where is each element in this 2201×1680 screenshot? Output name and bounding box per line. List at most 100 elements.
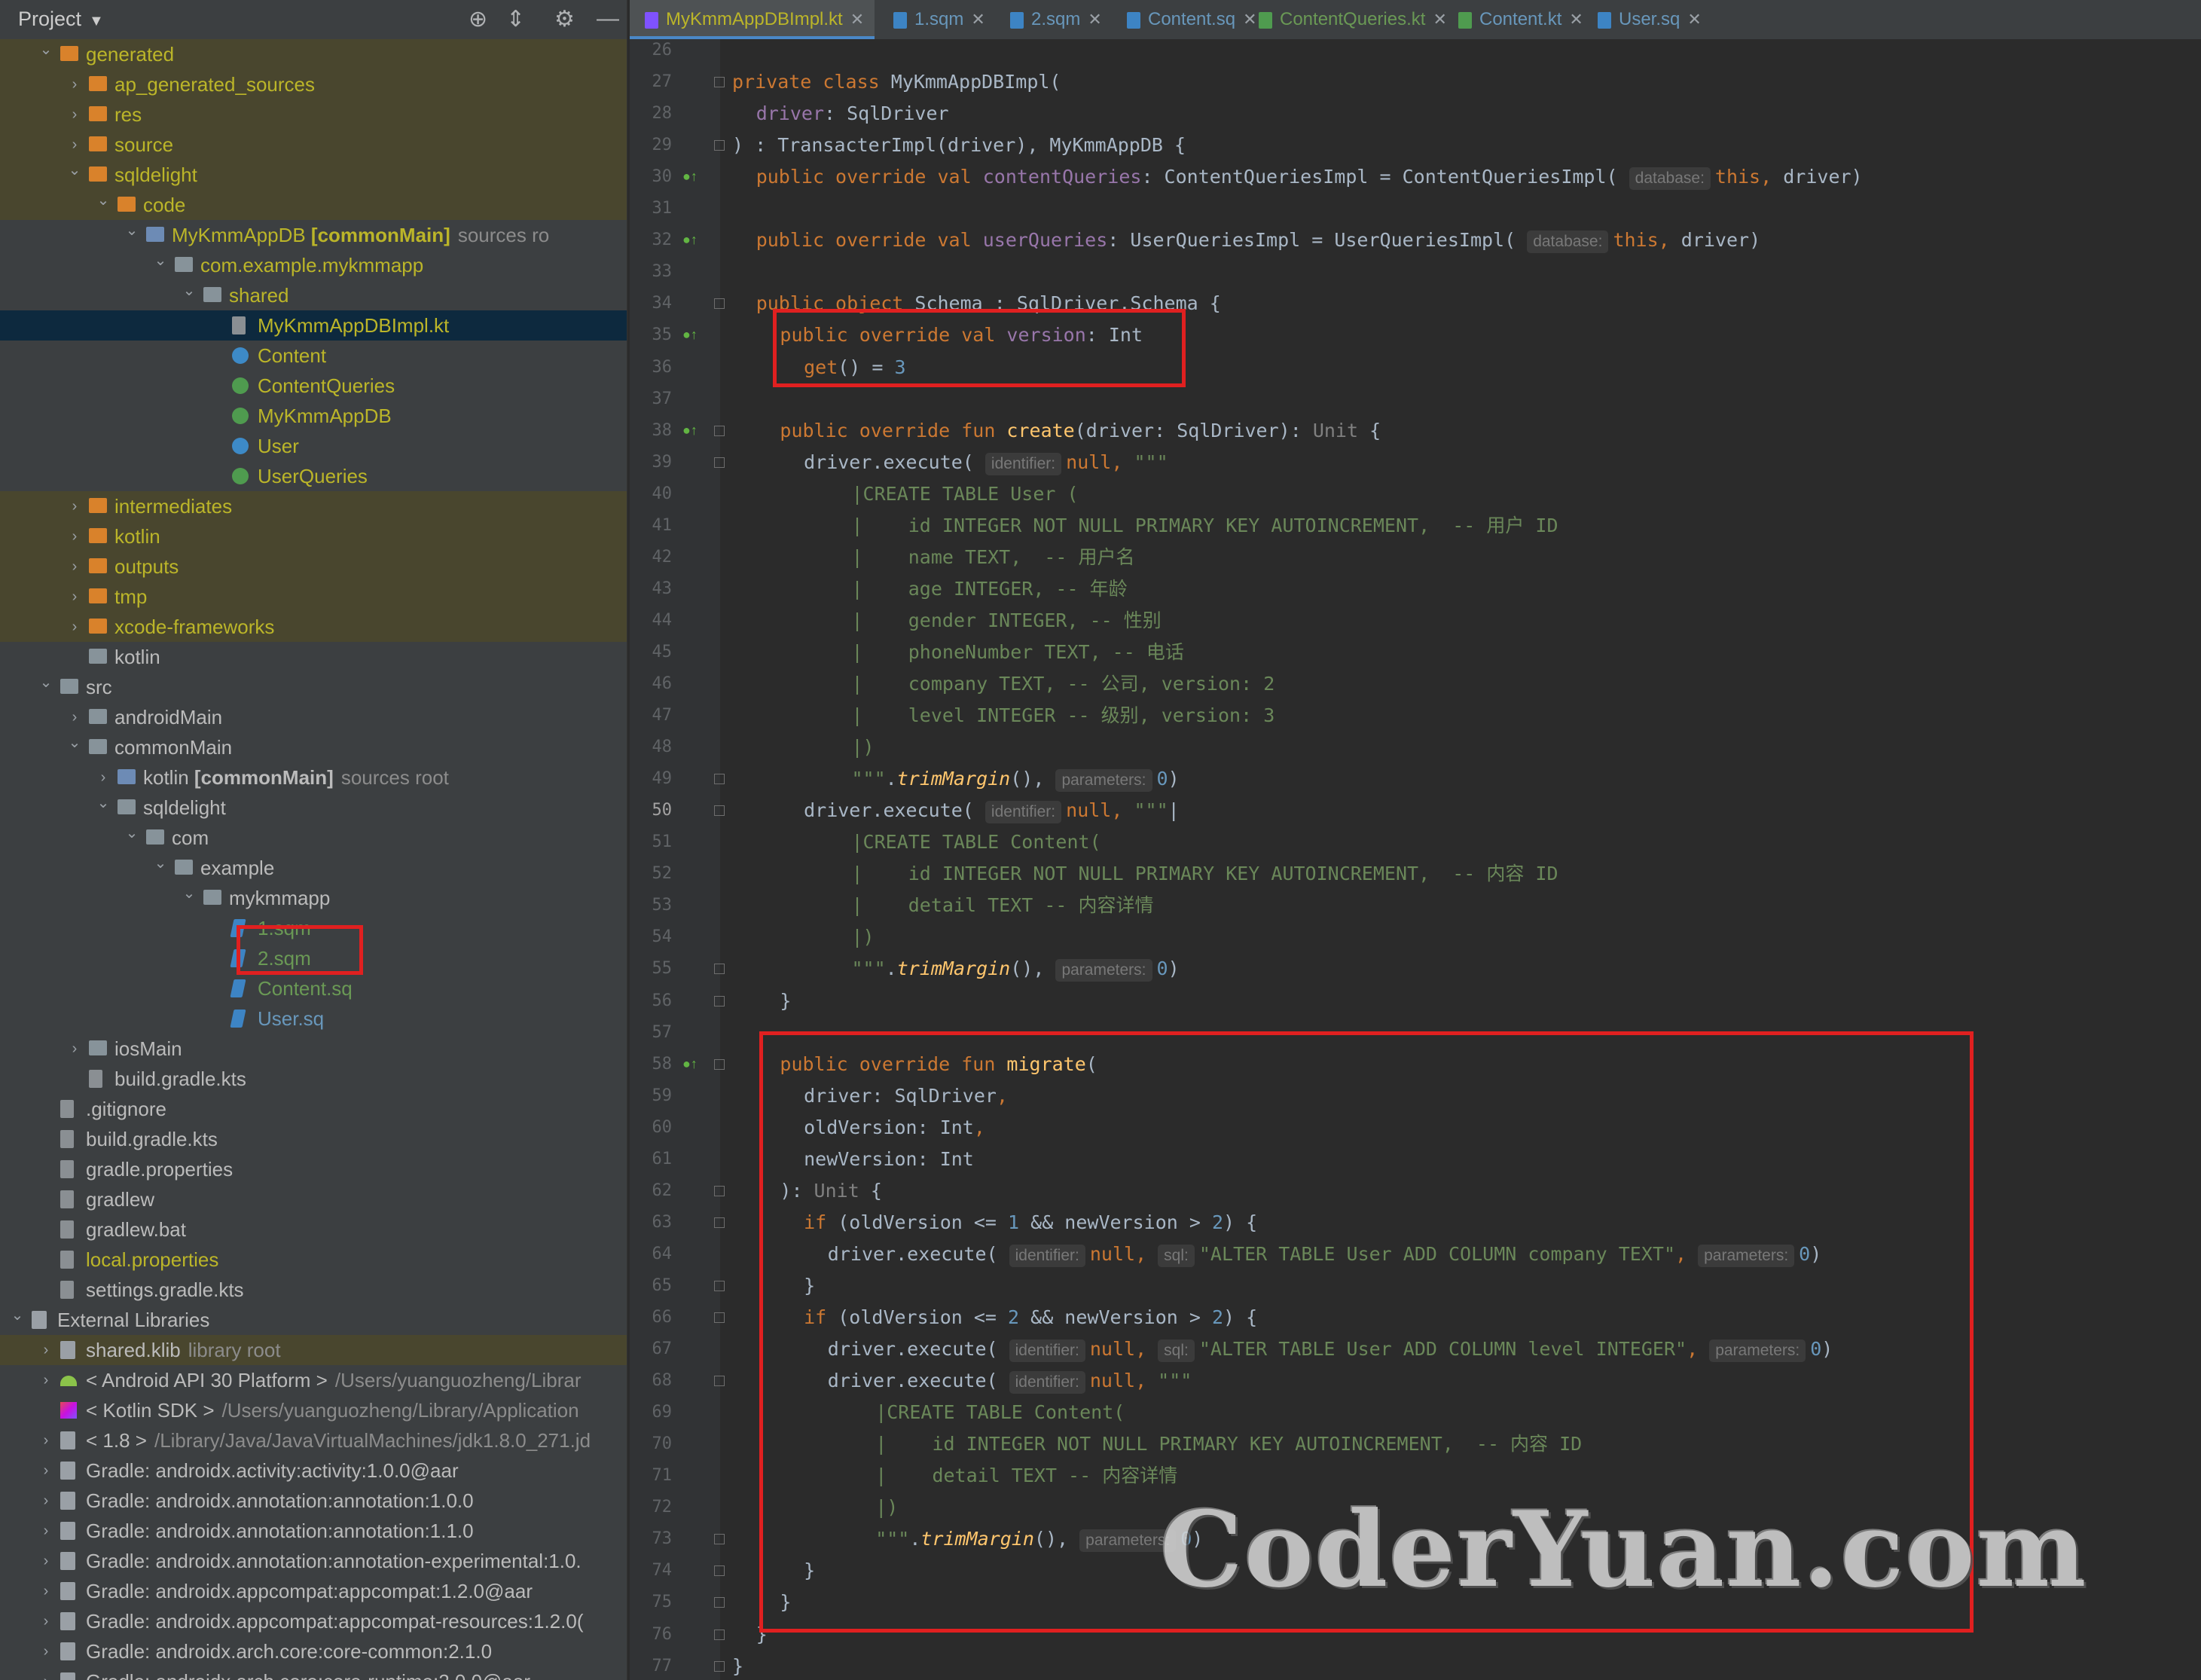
code-editor[interactable]: 26 27 28 29 30 ●↑ 31 32 ●↑ 33 34 35 ●↑ 36 37 38 ●↑ 39 40 41… <box>630 39 2201 1680</box>
tree-item[interactable]: › shared.klib library root <box>0 1335 627 1365</box>
tree-item[interactable]: ⌄ External Libraries <box>0 1305 627 1335</box>
fold-marker-icon[interactable] <box>714 964 725 975</box>
tree-item[interactable]: User <box>0 431 627 461</box>
crosshair-icon[interactable]: ⊕ <box>469 6 487 32</box>
tree-item[interactable]: .gitignore <box>0 1094 627 1124</box>
tree-item[interactable]: › Gradle: androidx.appcompat:appcompat-re… <box>0 1606 627 1636</box>
override-marker-icon[interactable]: ●↑ <box>682 423 698 438</box>
tree-item[interactable]: › source <box>0 130 627 160</box>
tree-item[interactable]: ⌄ com <box>0 823 627 853</box>
chevron-right-icon[interactable]: › <box>38 1335 54 1365</box>
override-marker-icon[interactable]: ●↑ <box>682 232 698 248</box>
tree-item[interactable]: ⌄ src <box>0 672 627 702</box>
close-icon[interactable]: ✕ <box>1569 10 1583 29</box>
fold-marker-icon[interactable] <box>714 1280 725 1291</box>
fold-marker-icon[interactable] <box>714 1534 725 1545</box>
fold-marker-icon[interactable] <box>714 425 725 436</box>
close-icon[interactable]: ✕ <box>850 10 864 29</box>
tab-content-kt[interactable]: Content.kt ✕ <box>1443 0 1594 39</box>
chevron-down-icon[interactable]: ⌄ <box>152 848 169 878</box>
fold-marker-icon[interactable] <box>714 1376 725 1387</box>
chevron-right-icon[interactable]: › <box>38 1666 54 1680</box>
fold-marker-icon[interactable] <box>714 457 725 468</box>
tree-item[interactable]: › androidMain <box>0 702 627 732</box>
tree-item[interactable]: ⌄ sqldelight <box>0 160 627 190</box>
chevron-down-icon[interactable]: ⌄ <box>9 1300 26 1330</box>
chevron-down-icon[interactable]: ⌄ <box>124 818 140 848</box>
tree-item[interactable]: ⌄ commonMain <box>0 732 627 762</box>
fold-marker-icon[interactable] <box>714 774 725 785</box>
tree-item[interactable]: › < Android API 30 Platform > /Users/yuang… <box>0 1365 627 1395</box>
tree-item[interactable]: ⌄ code <box>0 190 627 220</box>
chevron-right-icon[interactable]: › <box>66 1034 83 1064</box>
tree-item[interactable]: MyKmmAppDBImpl.kt <box>0 310 627 341</box>
fold-marker-icon[interactable] <box>714 1565 725 1577</box>
override-marker-icon[interactable]: ●↑ <box>682 169 698 185</box>
fold-marker-icon[interactable] <box>714 298 725 310</box>
tree-item[interactable]: gradle.properties <box>0 1154 627 1184</box>
tree-item[interactable]: build.gradle.kts <box>0 1064 627 1094</box>
chevron-down-icon[interactable]: ⌄ <box>181 878 197 909</box>
tab-1-sqm[interactable]: 1.sqm ✕ <box>878 0 996 39</box>
chevron-right-icon[interactable]: › <box>38 1576 54 1606</box>
chevron-down-icon[interactable]: ⌄ <box>66 728 83 758</box>
tree-item[interactable]: Content <box>0 341 627 371</box>
close-icon[interactable]: ✕ <box>971 10 984 29</box>
fold-marker-icon[interactable] <box>714 77 725 88</box>
chevron-right-icon[interactable]: › <box>38 1606 54 1636</box>
tab-user-sq[interactable]: User.sq ✕ <box>1583 0 1712 39</box>
tree-item[interactable]: › res <box>0 99 627 130</box>
tab-2-sqm[interactable]: 2.sqm ✕ <box>995 0 1113 39</box>
fold-marker-icon[interactable] <box>714 1597 725 1608</box>
gear-icon[interactable]: ⚙ <box>554 6 575 32</box>
chevron-right-icon[interactable]: › <box>66 612 83 642</box>
tree-item[interactable]: › kotlin <box>0 521 627 551</box>
tree-item[interactable]: › Gradle: androidx.annotation:annotation-… <box>0 1546 627 1576</box>
chevron-right-icon[interactable]: › <box>38 1636 54 1666</box>
override-marker-icon[interactable]: ●↑ <box>682 327 698 343</box>
tree-item[interactable]: ⌄ shared <box>0 280 627 310</box>
tree-item[interactable]: › Gradle: androidx.activity:activity:1.0.… <box>0 1455 627 1486</box>
tree-item[interactable]: < Kotlin SDK > /Users/yuanguozheng/Librar… <box>0 1395 627 1425</box>
tree-item[interactable]: ContentQueries <box>0 371 627 401</box>
fold-marker-icon[interactable] <box>714 1217 725 1228</box>
chevron-down-icon[interactable]: ⌄ <box>95 788 111 818</box>
tree-item[interactable]: settings.gradle.kts <box>0 1275 627 1305</box>
tab-mykmmappdbimpl-kt[interactable]: MyKmmAppDBImpl.kt ✕ <box>630 0 875 39</box>
tree-item[interactable]: User.sq <box>0 1003 627 1034</box>
tree-item[interactable]: › Gradle: androidx.arch.core:core-runtime… <box>0 1666 627 1680</box>
chevron-right-icon[interactable]: › <box>38 1546 54 1576</box>
override-marker-icon[interactable]: ●↑ <box>682 1056 698 1072</box>
tree-item[interactable]: ⌄ MyKmmAppDB [commonMain] sources ro <box>0 220 627 250</box>
tree-item[interactable]: › Gradle: androidx.arch.core:core-common:… <box>0 1636 627 1666</box>
chevron-down-icon[interactable]: ⌄ <box>66 155 83 185</box>
chevron-right-icon[interactable]: › <box>38 1516 54 1546</box>
tree-item[interactable]: ⌄ generated <box>0 39 627 69</box>
fold-marker-icon[interactable] <box>714 140 725 151</box>
chevron-down-icon[interactable]: ⌄ <box>95 185 111 215</box>
fold-marker-icon[interactable] <box>714 995 725 1006</box>
tree-item[interactable]: MyKmmAppDB <box>0 401 627 431</box>
fold-marker-icon[interactable] <box>714 805 725 817</box>
tree-item[interactable]: gradlew.bat <box>0 1214 627 1245</box>
chevron-right-icon[interactable]: › <box>38 1486 54 1516</box>
tree-item[interactable]: ⌄ com.example.mykmmapp <box>0 250 627 280</box>
tree-item[interactable]: ⌄ sqldelight <box>0 793 627 823</box>
tree-item[interactable]: ⌄ example <box>0 853 627 883</box>
tree-item[interactable]: › iosMain <box>0 1034 627 1064</box>
chevron-right-icon[interactable]: › <box>66 582 83 612</box>
fold-marker-icon[interactable] <box>714 1629 725 1640</box>
tree-item[interactable]: › outputs <box>0 551 627 582</box>
tree-item[interactable]: › intermediates <box>0 491 627 521</box>
chevron-down-icon[interactable]: ⌄ <box>152 246 169 276</box>
project-view-selector[interactable]: Project ▼ <box>18 8 104 31</box>
tree-item[interactable]: gradlew <box>0 1184 627 1214</box>
tree-item[interactable]: › Gradle: androidx.annotation:annotation:… <box>0 1516 627 1546</box>
fold-marker-icon[interactable] <box>714 1660 725 1672</box>
chevron-down-icon[interactable]: ⌄ <box>181 276 197 306</box>
chevron-down-icon[interactable]: ⌄ <box>38 35 54 65</box>
chevron-right-icon[interactable]: › <box>38 1425 54 1455</box>
tab-contentqueries-kt[interactable]: ContentQueries.kt ✕ <box>1244 0 1458 39</box>
chevron-right-icon[interactable]: › <box>66 99 83 130</box>
close-icon[interactable]: ✕ <box>1088 10 1101 29</box>
